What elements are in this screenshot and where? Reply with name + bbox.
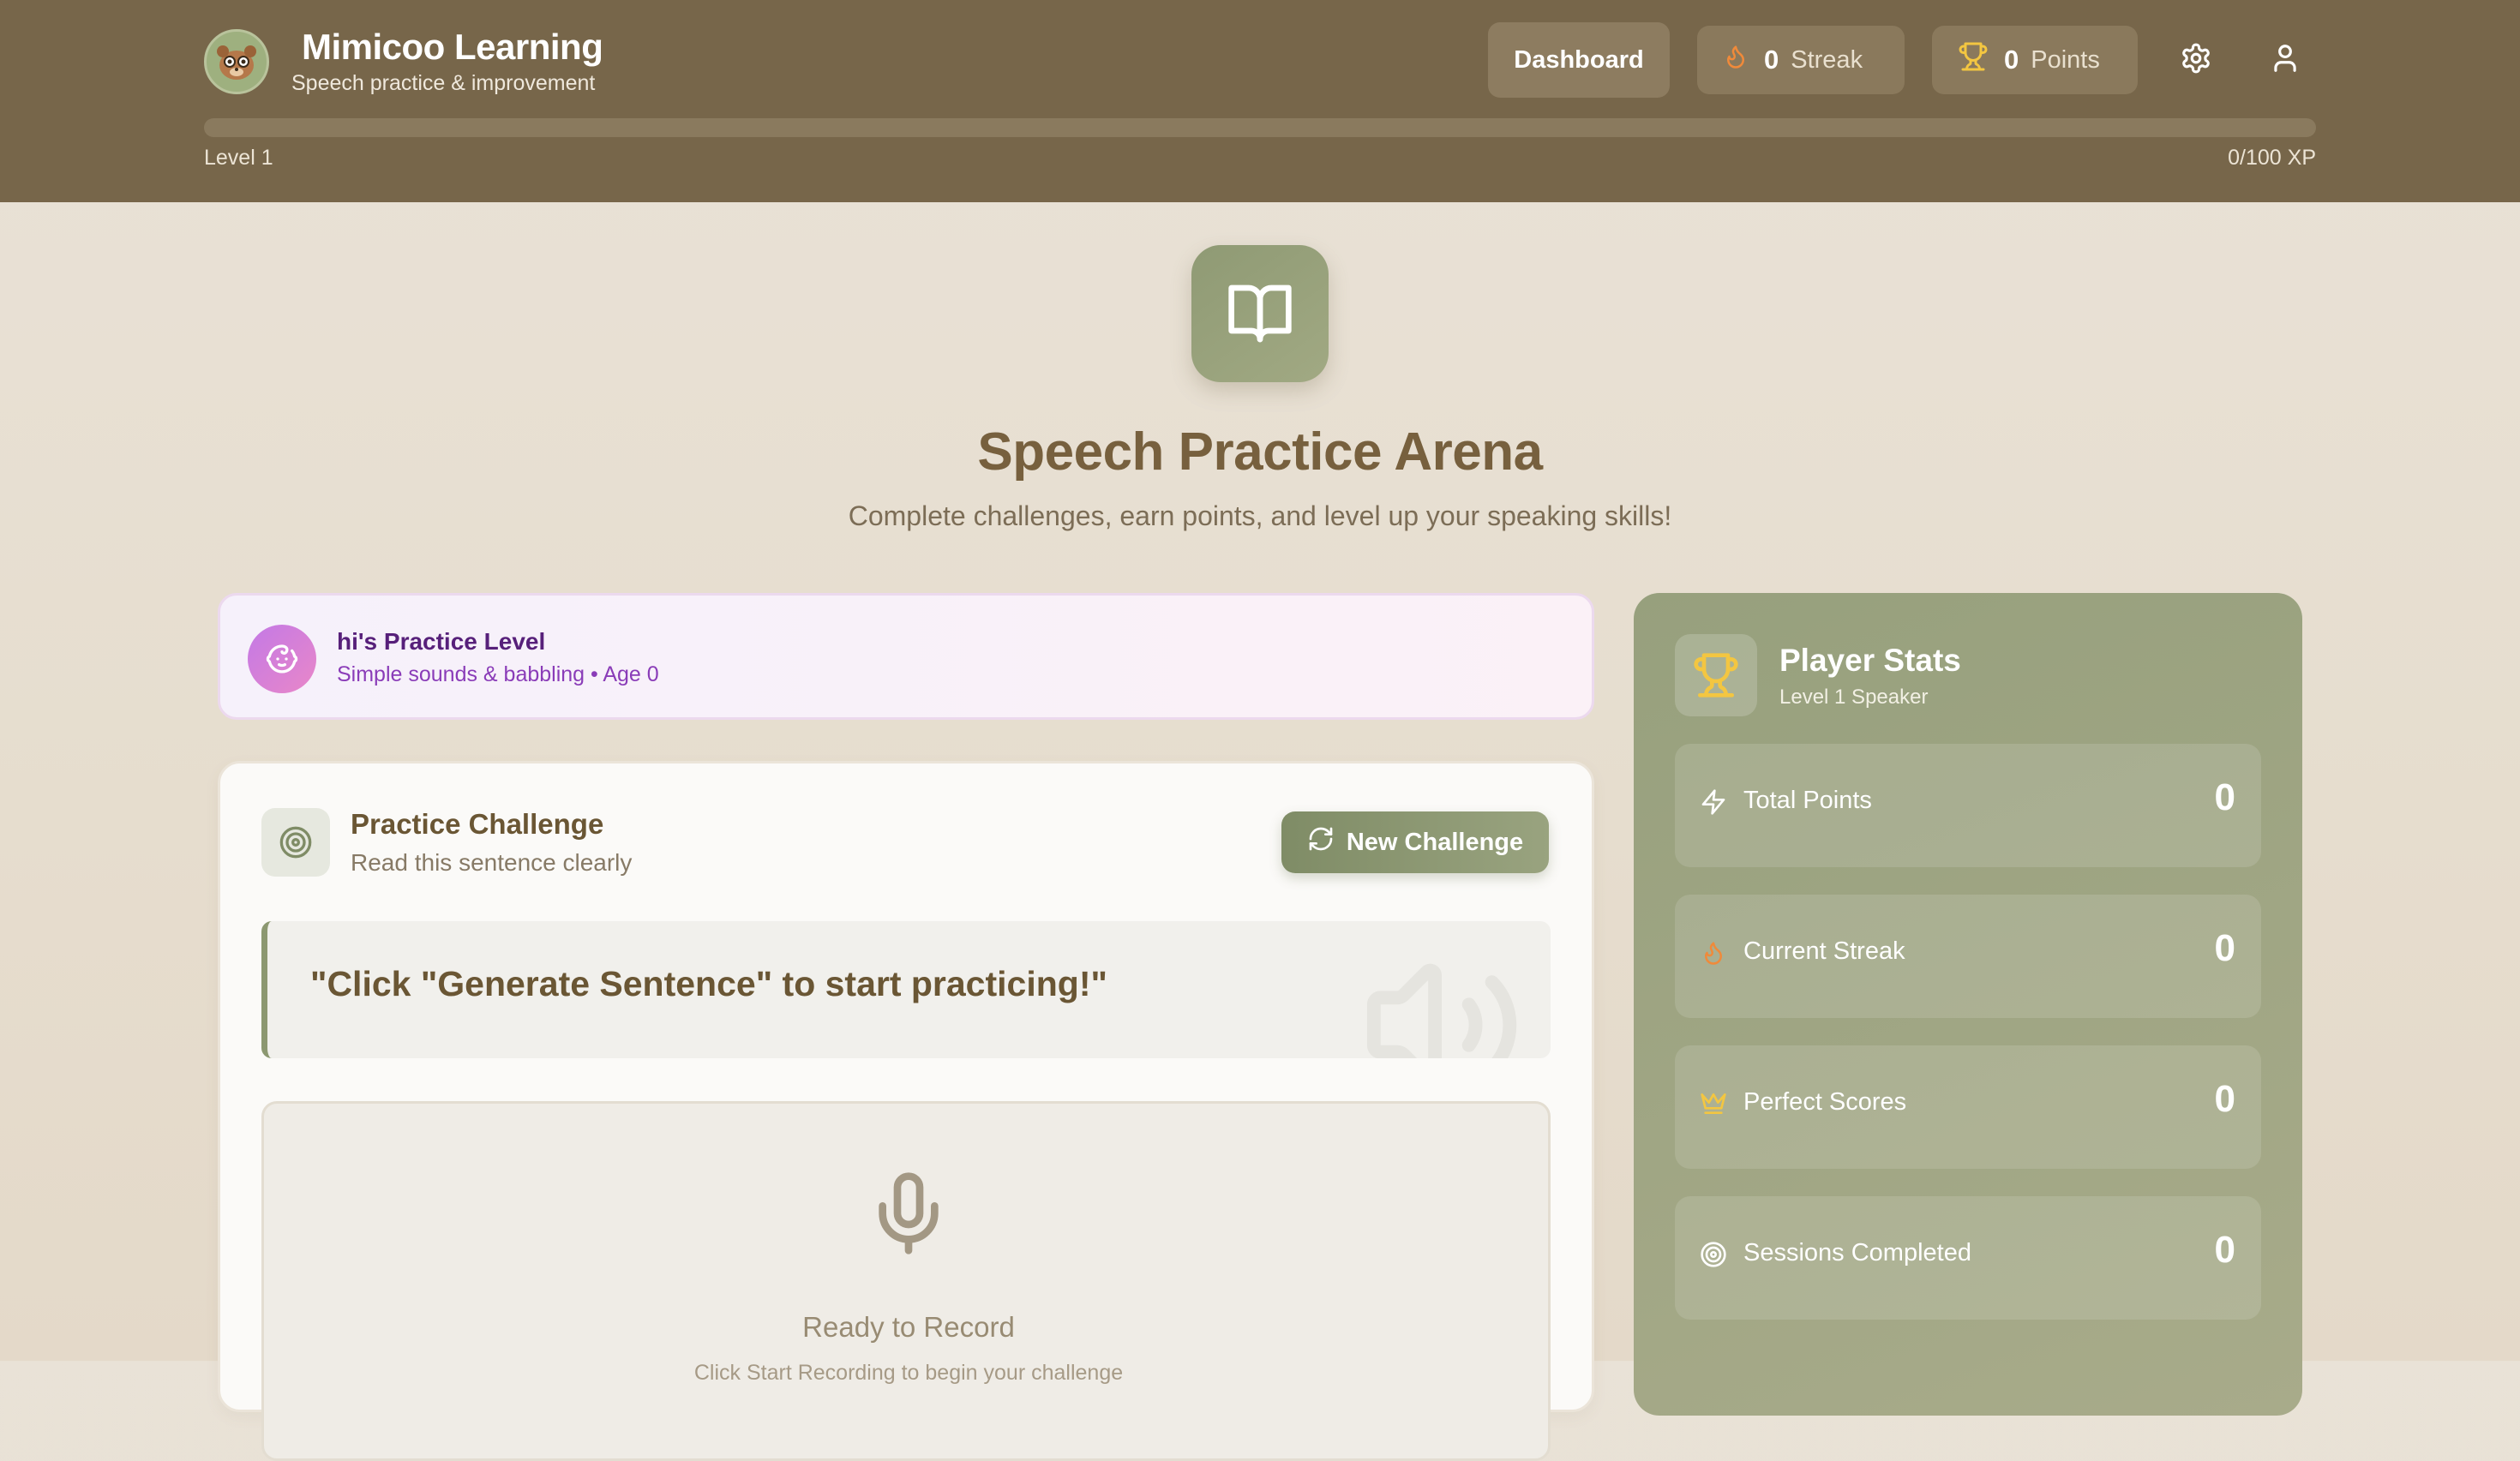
top-bar: Mimicoo Learning Speech practice & impro… (0, 0, 2520, 202)
target-icon (1699, 1237, 1728, 1272)
streak-value: 0 (1764, 45, 1779, 75)
stats-subtitle: Level 1 Speaker (1779, 686, 1929, 709)
lightning-icon (1699, 785, 1728, 819)
book-open-icon (1191, 245, 1329, 382)
stat-value: 0 (2214, 1078, 2235, 1120)
stat-perfect-scores: Perfect Scores 0 (1675, 1045, 2261, 1169)
streak-label: Streak (1791, 45, 1863, 74)
stat-sessions-completed: Sessions Completed 0 (1675, 1196, 2261, 1320)
baby-icon (248, 625, 316, 693)
app-title: Mimicoo Learning (302, 27, 603, 67)
microphone-icon (864, 1160, 953, 1271)
record-hint: Click Start Recording to begin your chal… (693, 1361, 1124, 1385)
profile-button[interactable] (2263, 38, 2307, 82)
level-label: Level 1 (204, 146, 273, 170)
new-challenge-button[interactable]: New Challenge (1281, 811, 1549, 873)
xp-progress-bar (204, 118, 2316, 137)
points-badge[interactable]: 0 Points (1932, 26, 2138, 94)
gear-icon (2180, 42, 2212, 79)
stats-title: Player Stats (1779, 643, 1961, 678)
stat-label: Sessions Completed (1743, 1239, 1971, 1266)
trophy-icon (1958, 41, 1989, 79)
xp-label: 0/100 XP (2228, 146, 2316, 170)
app-subtitle: Speech practice & improvement (291, 71, 596, 95)
sentence-text: "Click "Generate Sentence" to start prac… (310, 964, 1107, 1003)
target-icon (261, 808, 330, 877)
practice-level-description: Simple sounds & babbling • Age 0 (337, 662, 659, 686)
record-status: Ready to Record (802, 1311, 1015, 1343)
speaker-icon (1330, 943, 1551, 1058)
settings-button[interactable] (2174, 38, 2218, 82)
user-icon (2269, 42, 2301, 79)
dashboard-button[interactable]: Dashboard (1488, 22, 1670, 98)
points-value: 0 (2004, 45, 2019, 75)
practice-level-card: hi's Practice Level Simple sounds & babb… (218, 593, 1594, 720)
stat-label: Perfect Scores (1743, 1088, 1907, 1116)
stat-value: 0 (2214, 927, 2235, 969)
mascot-logo-icon (204, 29, 269, 94)
brand[interactable]: Mimicoo Learning Speech practice & impro… (204, 27, 603, 96)
practice-level-title: hi's Practice Level (337, 628, 546, 655)
stat-label: Current Streak (1743, 937, 1905, 965)
stat-label: Total Points (1743, 787, 1872, 814)
challenge-subtitle: Read this sentence clearly (351, 849, 633, 876)
crown-icon (1699, 1087, 1728, 1121)
streak-badge[interactable]: 0 Streak (1697, 26, 1905, 94)
page-title: Speech Practice Arena (977, 422, 1543, 482)
stat-value: 0 (2214, 776, 2235, 818)
flame-icon (1699, 936, 1728, 970)
refresh-icon (1307, 825, 1347, 859)
points-label: Points (2031, 45, 2100, 74)
stat-value: 0 (2214, 1229, 2235, 1271)
flame-icon (1723, 42, 1749, 78)
recording-area[interactable]: Ready to Record Click Start Recording to… (261, 1101, 1551, 1461)
practice-challenge-card: Practice Challenge Read this sentence cl… (218, 761, 1594, 1461)
player-stats-card: Player Stats Level 1 Speaker Total Point… (1634, 593, 2302, 1416)
challenge-title: Practice Challenge (351, 808, 604, 840)
sentence-display: "Click "Generate Sentence" to start prac… (261, 921, 1551, 1058)
new-challenge-label: New Challenge (1346, 828, 1524, 856)
stat-total-points: Total Points 0 (1675, 744, 2261, 867)
trophy-icon (1675, 634, 1757, 716)
stat-current-streak: Current Streak 0 (1675, 895, 2261, 1018)
page-subtitle: Complete challenges, earn points, and le… (848, 500, 1672, 531)
